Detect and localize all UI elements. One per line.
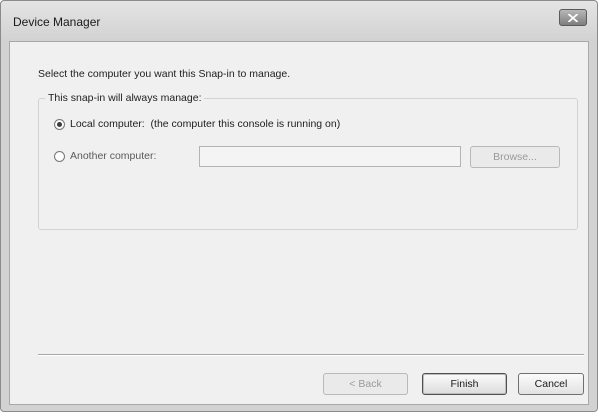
- local-computer-label: Local computer: (the computer this conso…: [70, 118, 341, 130]
- instruction-text: Select the computer you want this Snap-i…: [38, 68, 291, 80]
- title-bar[interactable]: Device Manager: [1, 1, 597, 41]
- another-computer-radio[interactable]: [54, 150, 65, 162]
- cancel-button[interactable]: Cancel: [518, 373, 584, 395]
- close-button[interactable]: [559, 9, 587, 26]
- dialog-client-area: Select the computer you want this Snap-i…: [9, 41, 589, 405]
- groupbox-label: This snap-in will always manage:: [45, 92, 205, 104]
- browse-button[interactable]: Browse...: [470, 146, 560, 168]
- local-computer-radio[interactable]: [54, 118, 65, 130]
- computer-name-field[interactable]: [199, 146, 461, 167]
- finish-button[interactable]: Finish: [422, 373, 507, 395]
- window-title: Device Manager: [13, 15, 101, 29]
- device-manager-window: Device Manager Select the computer you w…: [0, 0, 598, 412]
- close-icon: [568, 13, 578, 22]
- local-computer-option[interactable]: Local computer: (the computer this conso…: [54, 118, 340, 130]
- footer-separator: [38, 354, 584, 356]
- another-computer-option[interactable]: Another computer:: [54, 150, 156, 162]
- another-computer-label: Another computer:: [70, 150, 157, 162]
- back-button[interactable]: < Back: [323, 373, 408, 395]
